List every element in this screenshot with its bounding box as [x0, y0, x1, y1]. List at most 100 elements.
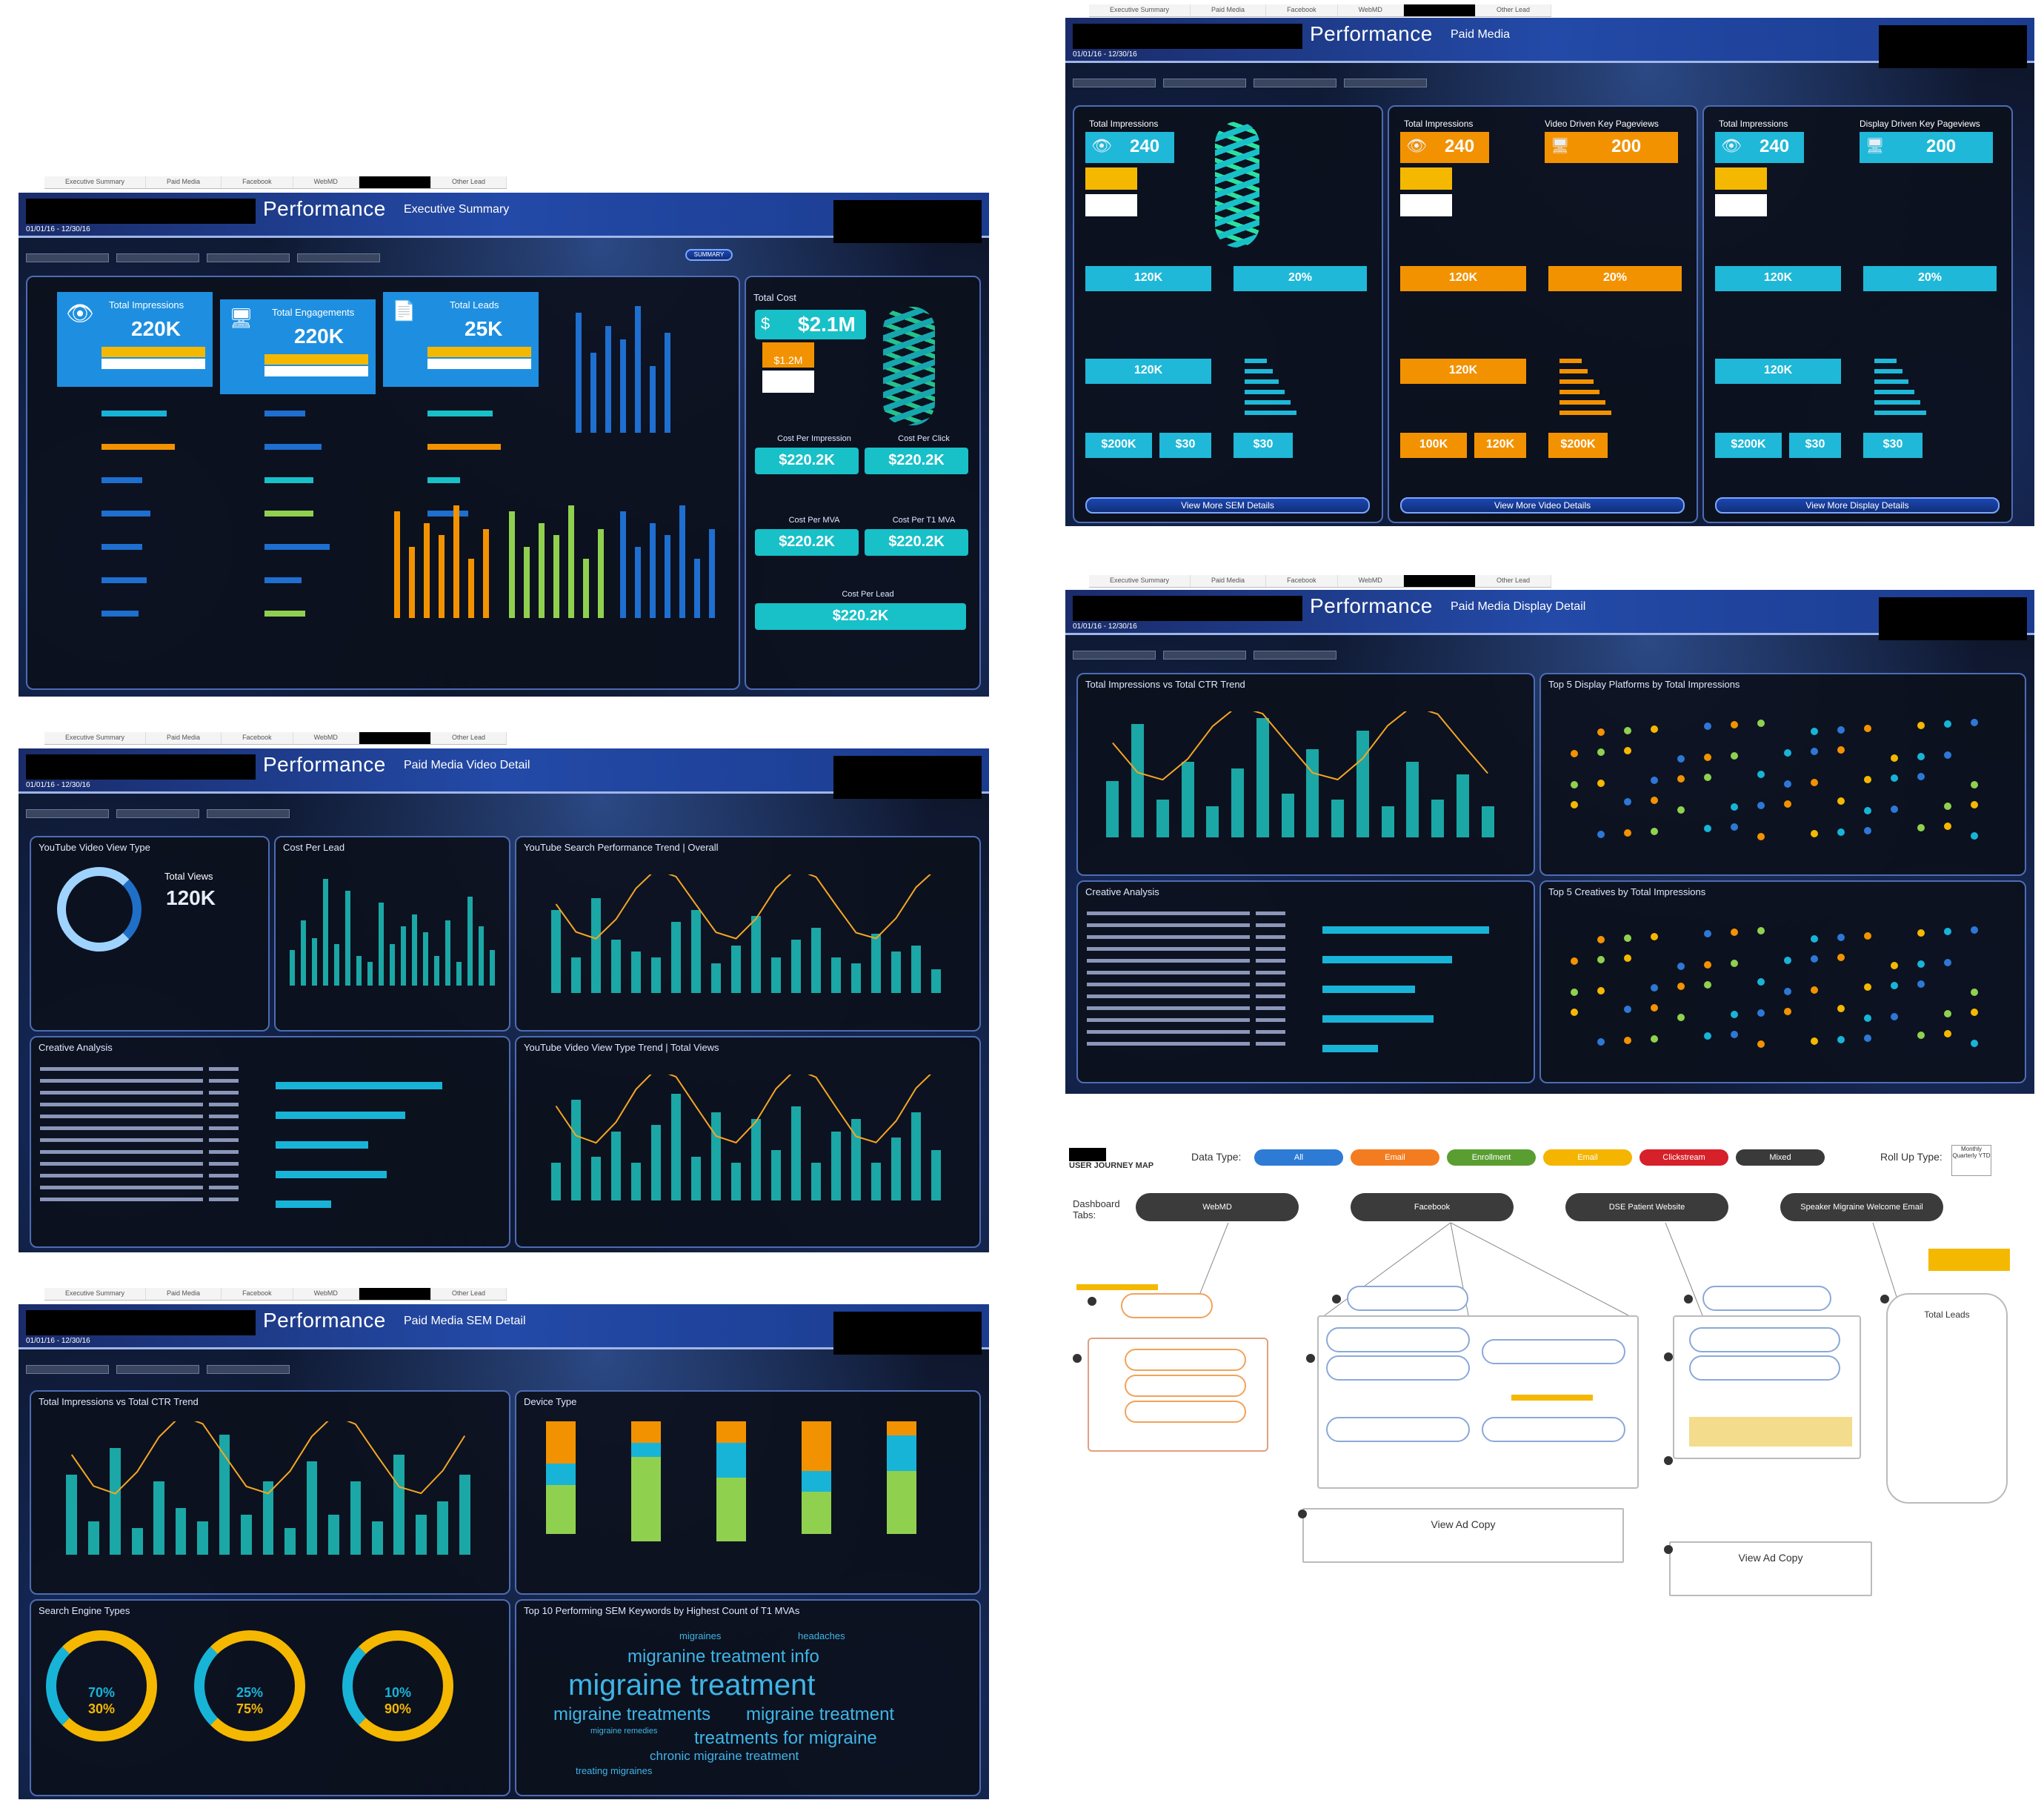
table-row-label	[40, 1079, 203, 1083]
view-trend-card: YouTube Video View Type Trend | Total Vi…	[515, 1036, 981, 1248]
scatter-dot	[1784, 749, 1791, 757]
tab-redacted[interactable]	[1403, 575, 1476, 587]
filter-dropdown[interactable]	[1163, 79, 1246, 87]
table-row-label	[40, 1091, 203, 1095]
filter-dropdown[interactable]	[1073, 651, 1156, 660]
filter-dropdown[interactable]	[1254, 651, 1336, 660]
display-detail-panel: Performance Paid Media Display Detail 01…	[1065, 590, 2034, 1094]
tab-webmd[interactable]: WebMD	[1337, 4, 1404, 16]
metric-value: 120K	[1448, 364, 1478, 376]
h-bar	[427, 411, 493, 416]
scatter-dot	[1731, 1031, 1738, 1038]
engine-pct-1: 70%	[87, 1685, 116, 1700]
filter-dropdown[interactable]	[1163, 651, 1246, 660]
tab-facebook[interactable]: Facebook	[222, 732, 293, 744]
scatter-dot	[1917, 722, 1925, 729]
cost-item-label: Cost Per Click	[898, 434, 950, 443]
h-bar	[264, 544, 330, 550]
column-bar	[694, 559, 700, 618]
stacked-segment	[716, 1421, 746, 1443]
table-row-label	[1087, 911, 1250, 915]
table-row-value	[209, 1198, 239, 1201]
tab-redacted[interactable]	[359, 1288, 431, 1300]
tab-executive-summary[interactable]: Executive Summary	[44, 732, 147, 744]
filter-dropdown[interactable]	[26, 253, 109, 262]
tab-other-lead[interactable]: Other Lead	[1475, 575, 1551, 587]
mini-bar	[1874, 359, 1897, 363]
h-bar	[427, 444, 501, 450]
table-row-value	[1256, 923, 1285, 927]
tab-executive-summary[interactable]: Executive Summary	[44, 176, 147, 188]
card-title: Creative Analysis	[1085, 886, 1159, 897]
view-more-button[interactable]: View More Video Details	[1400, 497, 1685, 514]
summary-button[interactable]: SUMMARY	[685, 249, 733, 261]
cost-item-value: $220.2K	[832, 608, 889, 624]
scatter-dot	[1651, 933, 1658, 940]
filter-dropdown[interactable]	[116, 1365, 199, 1374]
tab-webmd[interactable]: WebMD	[293, 176, 359, 188]
filter-dropdown[interactable]	[26, 1365, 109, 1374]
tab-redacted[interactable]	[359, 176, 431, 188]
tab-facebook[interactable]: Facebook	[222, 1288, 293, 1300]
tab-other-lead[interactable]: Other Lead	[430, 1288, 507, 1300]
tab-paid-media[interactable]: Paid Media	[146, 732, 222, 744]
filter-dropdown[interactable]	[1344, 79, 1427, 87]
metric-value: $200K	[1101, 438, 1136, 451]
table-row-label	[40, 1103, 203, 1106]
filter-dropdown[interactable]	[207, 253, 290, 262]
cost-item-label: Cost Per T1 MVA	[892, 516, 956, 525]
impressions-value: 240	[1760, 136, 1790, 156]
tab-redacted[interactable]	[1403, 4, 1476, 16]
engine-donut: 25% 75%	[194, 1630, 305, 1741]
tab-redacted[interactable]	[359, 732, 431, 744]
view-ad-copy-label[interactable]: View Ad Copy	[1671, 1552, 1871, 1564]
display-ctr-card: Total Impressions vs Total CTR Trend	[1076, 673, 1535, 876]
column-bar	[453, 505, 459, 618]
filter-dropdown[interactable]	[207, 809, 290, 818]
cost-item-value: $220.2K	[779, 452, 835, 468]
tab-executive-summary[interactable]: Executive Summary	[44, 1288, 147, 1300]
tab-executive-summary[interactable]: Executive Summary	[1089, 575, 1191, 587]
filter-dropdown[interactable]	[116, 809, 199, 818]
stacked-segment	[631, 1442, 661, 1457]
kpi-label: Total Leads	[450, 299, 499, 310]
filter-dropdown[interactable]	[297, 253, 380, 262]
filter-dropdown[interactable]	[116, 253, 199, 262]
funnel-card: 👁 Total Impressions 220K 🖥 Total Engagem…	[26, 276, 740, 690]
table-row-value	[1256, 1018, 1285, 1022]
creative-bar	[1322, 986, 1415, 993]
h-bar	[101, 577, 147, 583]
scatter-dot	[1757, 1009, 1765, 1017]
filter-dropdown[interactable]	[1254, 79, 1336, 87]
filter-dropdown[interactable]	[207, 1365, 290, 1374]
tab-webmd[interactable]: WebMD	[1337, 575, 1404, 587]
filter-bar	[1073, 639, 1336, 661]
view-ad-copy-label[interactable]: View Ad Copy	[1304, 1518, 1622, 1530]
chart-bar	[289, 950, 296, 986]
tab-webmd[interactable]: WebMD	[293, 732, 359, 744]
filter-dropdown[interactable]	[1073, 79, 1156, 87]
tab-paid-media[interactable]: Paid Media	[1191, 4, 1267, 16]
tab-facebook[interactable]: Facebook	[1266, 575, 1338, 587]
tab-other-lead[interactable]: Other Lead	[430, 176, 507, 188]
tab-other-lead[interactable]: Other Lead	[430, 732, 507, 744]
tab-paid-media[interactable]: Paid Media	[146, 1288, 222, 1300]
tab-webmd[interactable]: WebMD	[293, 1288, 359, 1300]
tab-paid-media[interactable]: Paid Media	[146, 176, 222, 188]
scatter-dot	[1731, 960, 1738, 967]
view-more-button[interactable]: View More Display Details	[1715, 497, 2000, 514]
table-row-value	[1256, 1042, 1285, 1046]
scatter-dot	[1731, 823, 1738, 831]
metric-value: $200K	[1560, 438, 1596, 451]
filter-dropdown[interactable]	[26, 809, 109, 818]
tab-other-lead[interactable]: Other Lead	[1475, 4, 1551, 16]
tab-facebook[interactable]: Facebook	[222, 176, 293, 188]
tab-facebook[interactable]: Facebook	[1266, 4, 1338, 16]
tab-paid-media[interactable]: Paid Media	[1191, 575, 1267, 587]
stacked-segment	[546, 1484, 576, 1534]
view-more-button[interactable]: View More SEM Details	[1085, 497, 1370, 514]
table-row-label	[1087, 994, 1250, 998]
tab-executive-summary[interactable]: Executive Summary	[1089, 4, 1191, 16]
column-bar	[620, 339, 626, 433]
stacked-segment	[802, 1421, 831, 1471]
